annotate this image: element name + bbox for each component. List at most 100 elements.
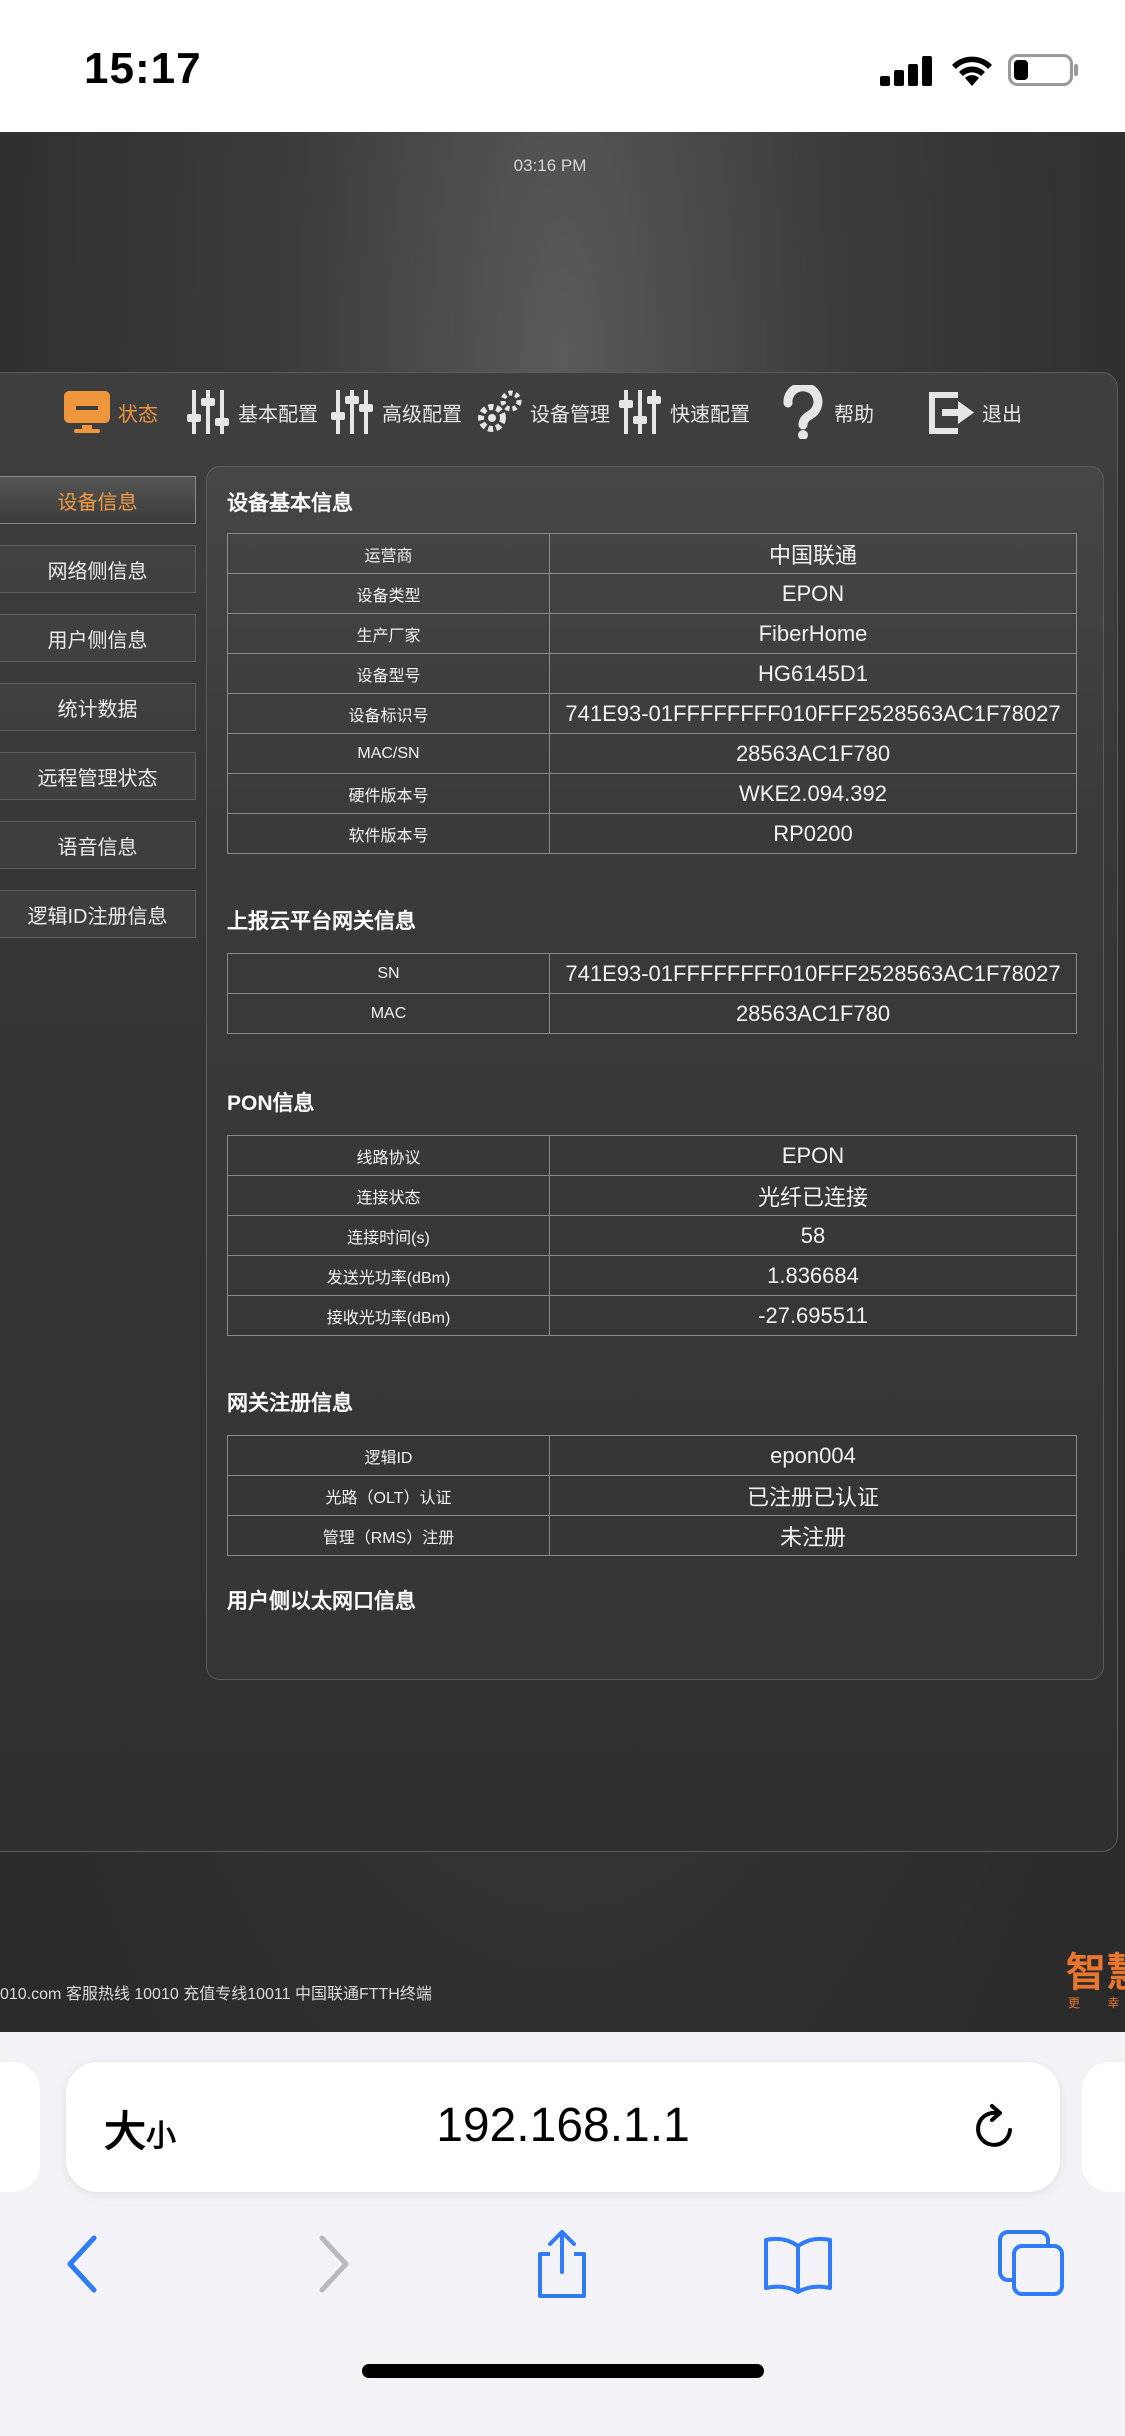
row-value: HG6145D1 [549,653,1077,694]
row-key: 硬件版本号 [227,773,550,814]
nav-help[interactable]: 帮助 [778,372,874,452]
row-value: 1.836684 [549,1255,1077,1296]
row-key: 连接状态 [227,1175,550,1216]
previous-tab-preview[interactable] [0,2062,40,2192]
nav-basic-config[interactable]: 基本配置 [186,372,318,452]
brand-tagline: 更 幸 [1068,1996,1119,2010]
row-value: FiberHome [549,613,1077,654]
row-value: EPON [549,573,1077,614]
row-key: 软件版本号 [227,813,550,854]
sidebar-item-device-info[interactable]: 设备信息 [0,476,196,524]
sidebar-item-logical-id[interactable]: 逻辑ID注册信息 [0,890,196,938]
table-row: 设备类型 EPON [227,573,1077,614]
share-icon[interactable] [526,2228,598,2300]
row-value: 741E93-01FFFFFFFF010FFF2528563AC1F78027 [549,693,1077,734]
row-key: 逻辑ID [227,1435,550,1476]
sliders-icon [187,390,229,434]
row-value: EPON [549,1135,1077,1176]
table-row: 接收光功率(dBm) -27.695511 [227,1295,1077,1336]
nav-device-management[interactable]: 设备管理 [474,372,610,452]
row-key: 设备型号 [227,653,550,694]
nav-status[interactable]: 状态 [62,372,158,452]
monitor-icon [64,391,110,433]
logout-icon [929,392,974,434]
row-key: 接收光功率(dBm) [227,1295,550,1336]
reload-icon[interactable] [966,2100,1022,2156]
sidebar-item-statistics[interactable]: 统计数据 [0,683,196,731]
sliders-quick-icon [619,390,661,434]
next-tab-preview[interactable] [1082,2062,1125,2192]
top-nav: 状态 基本配置 高级配置 设备管理 快速配置 帮助 退出 [0,372,1125,452]
table-row: 生产厂家 FiberHome [227,613,1077,654]
row-key: MAC [227,993,550,1034]
row-value: 未注册 [549,1515,1077,1556]
table-row: 设备标识号 741E93-01FFFFFFFF010FFF2528563AC1F7… [227,693,1077,734]
row-value: 光纤已连接 [549,1175,1077,1216]
bookmarks-icon[interactable] [762,2228,834,2300]
row-value: 58 [549,1215,1077,1256]
battery-icon [1008,54,1078,86]
table-row: 管理（RMS）注册 未注册 [227,1515,1077,1556]
table-row: MAC 28563AC1F780 [227,993,1077,1034]
sidebar-item-remote-management[interactable]: 远程管理状态 [0,752,196,800]
table-row: 设备型号 HG6145D1 [227,653,1077,694]
section-title-cloud: 上报云平台网关信息 [227,910,416,933]
row-key: 生产厂家 [227,613,550,654]
row-value: 28563AC1F780 [549,993,1077,1034]
row-value: WKE2.094.392 [549,773,1077,814]
table-row: 光路（OLT）认证 已注册已认证 [227,1475,1077,1516]
help-icon [783,385,823,439]
row-value: 中国联通 [549,533,1077,574]
table-row: 运营商 中国联通 [227,533,1077,574]
cellular-signal-icon [880,56,934,86]
wifi-icon [952,56,992,86]
gateway-info-table: 逻辑ID epon004 光路（OLT）认证 已注册已认证 管理（RMS）注册 未注册 [227,1435,1077,1556]
row-key: MAC/SN [227,733,550,774]
nav-label: 退出 [982,403,1022,426]
section-title-gateway: 网关注册信息 [227,1392,353,1415]
status-time: 15:17 [84,44,202,93]
nav-label: 快速配置 [670,403,750,426]
address-bar[interactable]: 大小 192.168.1.1 [66,2062,1060,2192]
back-icon[interactable] [50,2228,122,2300]
row-key: 设备类型 [227,573,550,614]
table-row: SN 741E93-01FFFFFFFF010FFF2528563AC1F7802… [227,953,1077,994]
row-key: 运营商 [227,533,550,574]
tabs-icon[interactable] [996,2228,1068,2300]
forward-icon[interactable] [294,2228,366,2300]
page-footer: 010.com 客服热线 10010 充值专线10011 中国联通FTTH终端 [0,1986,432,2003]
row-key: SN [227,953,550,994]
nav-quick-config[interactable]: 快速配置 [618,372,750,452]
nav-advanced-config[interactable]: 高级配置 [330,372,462,452]
sidebar: 设备信息 网络侧信息 用户侧信息 统计数据 远程管理状态 语音信息 逻辑ID注册… [0,476,196,959]
url-text: 192.168.1.1 [436,2099,690,2152]
gears-icon [478,390,522,432]
section-title-ethernet: 用户侧以太网口信息 [227,1590,416,1613]
section-title-pon: PON信息 [227,1092,315,1115]
nav-label: 设备管理 [530,403,610,426]
sidebar-item-network-info[interactable]: 网络侧信息 [0,545,196,593]
sidebar-item-voice-info[interactable]: 语音信息 [0,821,196,869]
row-key: 发送光功率(dBm) [227,1255,550,1296]
router-web-page: 03:16 PM 状态 基本配置 高级配置 设备管理 快速配置 帮助 退出 设备… [0,132,1125,2032]
nav-label: 帮助 [834,403,874,426]
home-indicator [362,2364,764,2378]
row-value: 741E93-01FFFFFFFF010FFF2528563AC1F78027 [549,953,1077,994]
table-row: 发送光功率(dBm) 1.836684 [227,1255,1077,1296]
nav-label: 状态 [118,403,158,426]
row-key: 连接时间(s) [227,1215,550,1256]
row-value: RP0200 [549,813,1077,854]
pon-info-table: 线路协议 EPON 连接状态 光纤已连接 连接时间(s) 58 发送光功率(dBm) 1… [227,1135,1077,1336]
basic-info-table: 运营商 中国联通 设备类型 EPON 生产厂家 FiberHome 设备型号 HG614… [227,533,1077,854]
sliders-advanced-icon [331,390,373,434]
nav-logout[interactable]: 退出 [928,372,1022,452]
brand-logo: 智慧 [1066,1951,1125,1995]
row-key: 设备标识号 [227,693,550,734]
table-row: 连接时间(s) 58 [227,1215,1077,1256]
row-key: 光路（OLT）认证 [227,1475,550,1516]
sidebar-item-user-info[interactable]: 用户侧信息 [0,614,196,662]
nav-label: 高级配置 [382,403,462,426]
table-row: 线路协议 EPON [227,1135,1077,1176]
table-row: 连接状态 光纤已连接 [227,1175,1077,1216]
row-key: 线路协议 [227,1135,550,1176]
